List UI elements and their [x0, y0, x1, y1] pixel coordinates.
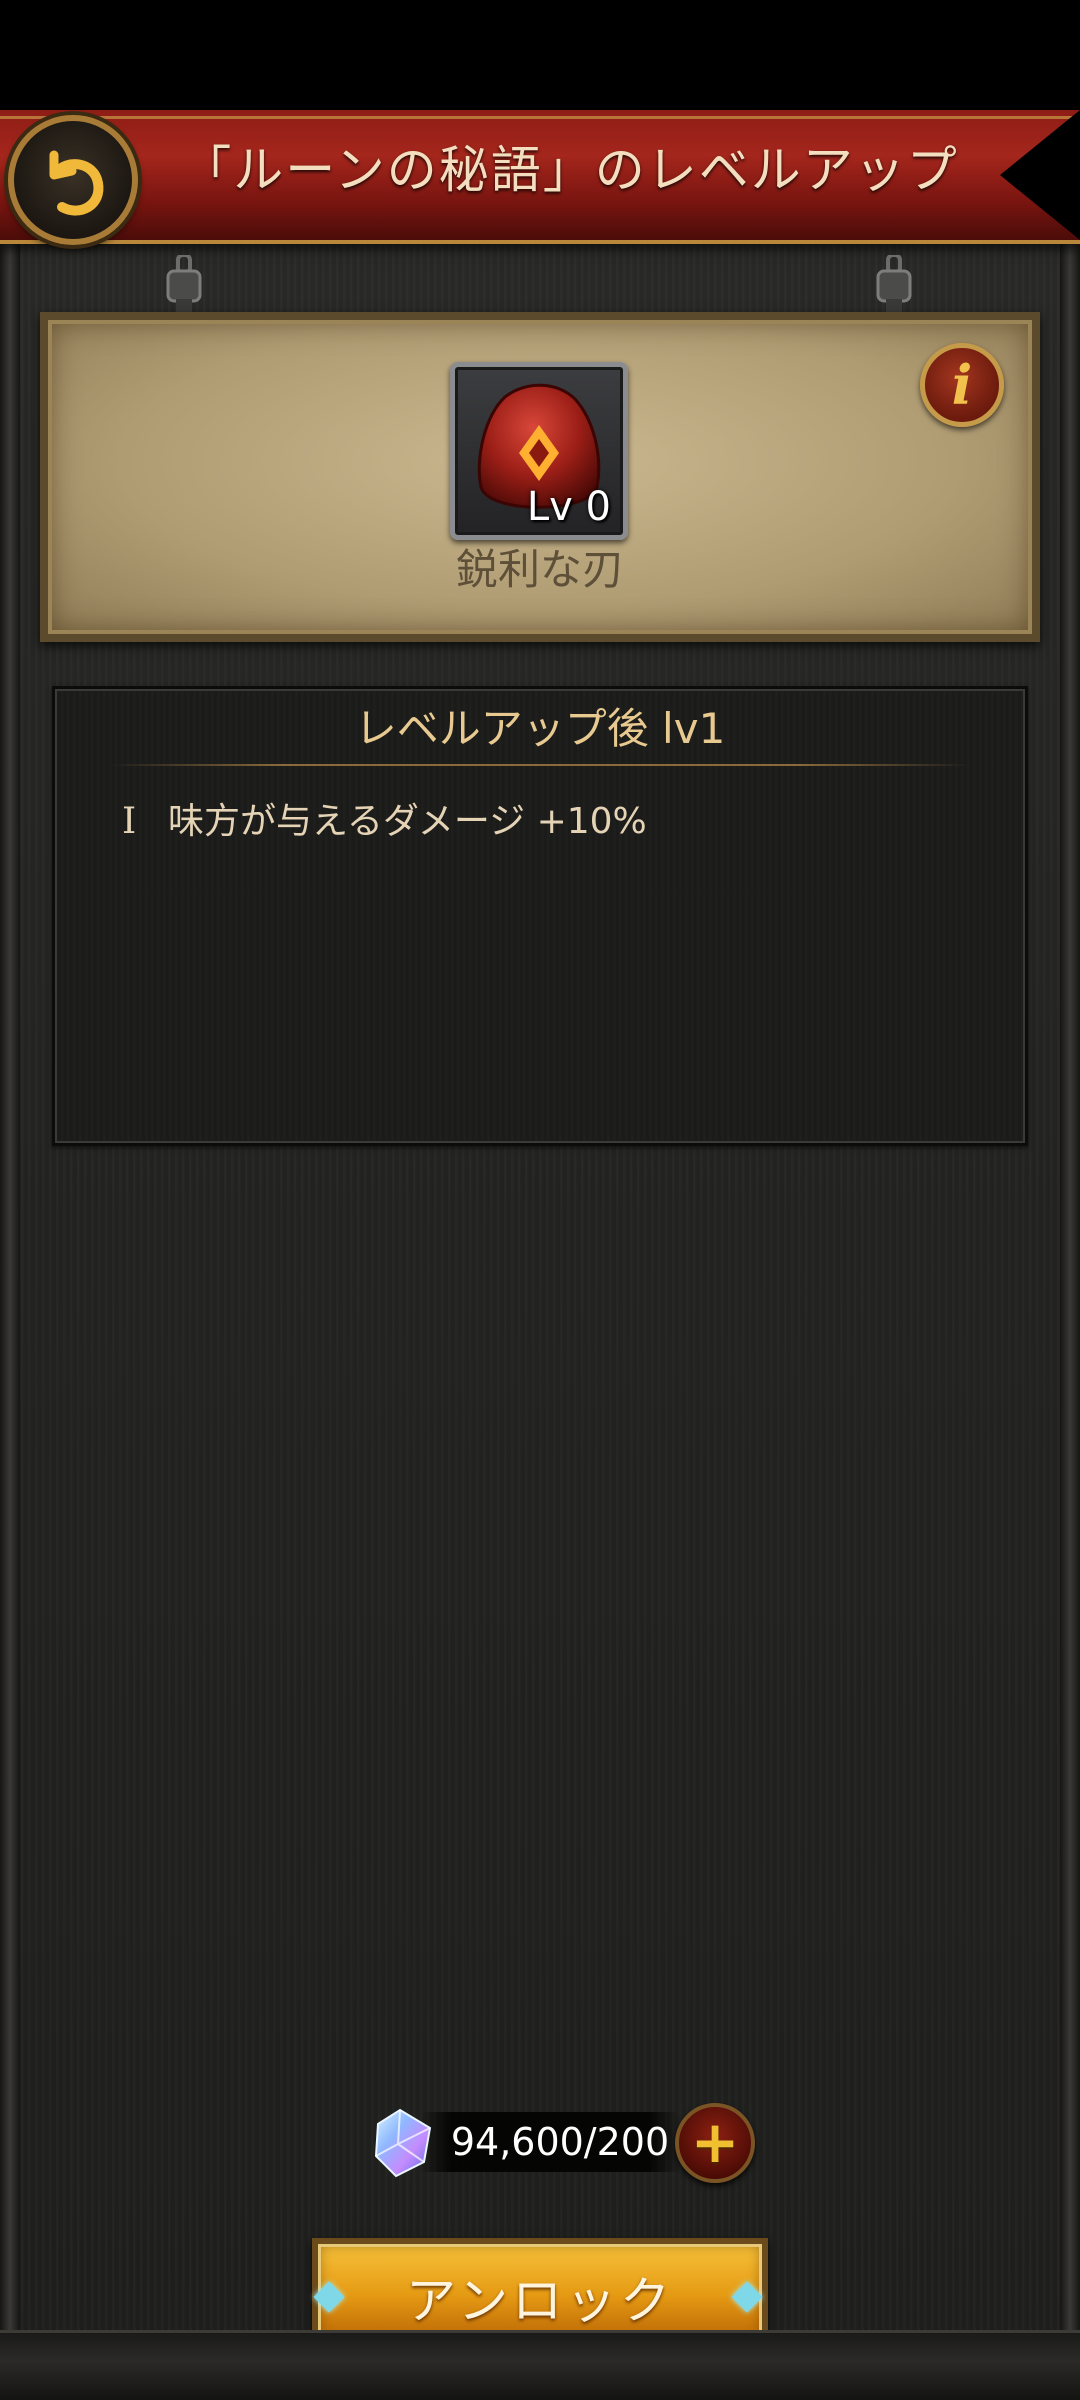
chain-left-icon	[166, 255, 202, 319]
cost-value: 94,600/200	[450, 2120, 670, 2164]
rune-slot[interactable]: Lv 0	[450, 362, 628, 540]
chain-right-icon	[876, 255, 912, 319]
rune-level-label: Lv 0	[526, 484, 611, 530]
info-button[interactable]: i	[920, 343, 1004, 427]
effect-text: 味方が与えるダメージ +10%	[168, 801, 647, 842]
effect-divider	[110, 764, 970, 766]
back-arrow-icon	[49, 150, 104, 216]
panel-frame-right	[1060, 230, 1080, 2400]
effect-title: レベルアップ後 lv1	[354, 704, 726, 753]
effect-numeral: I	[122, 801, 137, 842]
panel-frame-left	[0, 230, 20, 2400]
status-bar	[0, 0, 1080, 110]
plus-icon: +	[690, 2108, 740, 2176]
page-title: 「ルーンの秘語」のレベルアップ	[181, 141, 959, 199]
effect-line: I 味方が与えるダメージ +10%	[122, 792, 982, 852]
crystal-icon	[374, 2108, 432, 2178]
back-button[interactable]	[8, 115, 138, 245]
rune-name: 鋭利な刃	[455, 545, 624, 594]
rune-levelup-screen: 「ルーンの秘語」のレベルアップ i Lv 0 鋭利な刃 レベルアップ後 lv1 …	[0, 0, 1080, 2400]
add-crystal-button[interactable]: +	[675, 2103, 755, 2183]
bottom-rail	[0, 2330, 1080, 2400]
info-icon: i	[951, 353, 973, 417]
